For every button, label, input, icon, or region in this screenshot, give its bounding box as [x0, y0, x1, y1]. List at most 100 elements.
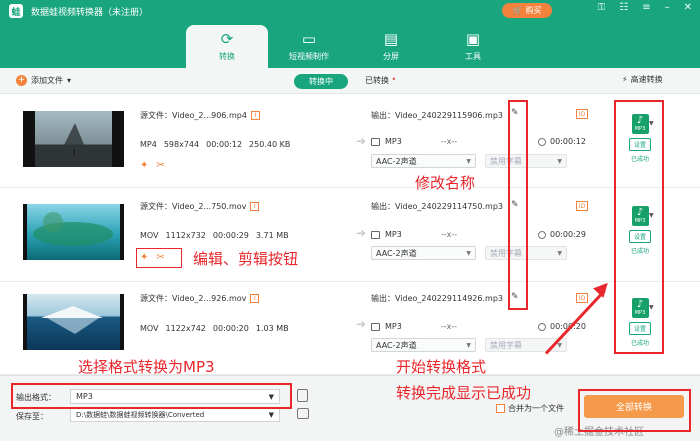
output-format: MP3 --x--	[371, 322, 457, 331]
source-duration: 00:00:12	[206, 140, 243, 149]
video-thumbnail[interactable]	[23, 294, 124, 350]
title-bar: 蛙 数据蛙视频转换器（未注册） 🛒 购买 ⚿ ☷ ≡ – ✕	[0, 0, 700, 22]
menu-icon[interactable]: ≡	[642, 2, 650, 13]
clock-icon	[538, 322, 546, 331]
convert-icon: ⟳	[220, 30, 234, 48]
info-icon[interactable]: i	[250, 202, 260, 211]
save-path-select[interactable]: D:\数据蛙\数据蛙视频转换器\Converted ▼	[70, 408, 280, 422]
lightning-icon: ⚡	[622, 75, 628, 84]
arrow-right-icon: ➜	[356, 134, 367, 148]
source-size: 1.03 MB	[255, 324, 289, 333]
source-meta: MOV 1112x732 00:00:29 3.71 MB	[140, 231, 289, 240]
audio-select[interactable]: AAC-2声道 ▼	[371, 246, 476, 260]
scissors-icon[interactable]: ✂	[156, 160, 164, 171]
output-format: MP3 --x--	[371, 137, 457, 146]
tab-converting[interactable]: 转换中	[294, 74, 348, 89]
output-file: 输出：Video_240229115906.mp3	[371, 111, 503, 120]
annotation-start: 开始转换格式	[396, 358, 487, 376]
edit-star-icon[interactable]: ✦	[140, 160, 148, 171]
tab-tools[interactable]: ▣ 工具	[432, 25, 514, 68]
audio-select[interactable]: AAC-2声道 ▼	[371, 154, 476, 168]
source-name: 源文件：Video_2...906.mp4	[140, 111, 247, 120]
source-size: 250.40 KB	[249, 140, 291, 149]
arrow-right-icon: ➜	[356, 226, 367, 240]
source-size: 3.71 MB	[255, 231, 289, 240]
output-duration: 00:00:29	[550, 230, 586, 239]
annotation-done: 转换完成显示已成功	[396, 384, 532, 402]
notify-dot-icon: •	[389, 75, 397, 84]
source-duration: 00:00:29	[212, 231, 249, 240]
minimize-icon[interactable]: –	[665, 2, 670, 13]
output-format-label: MP3	[385, 137, 402, 146]
tab-convert[interactable]: ⟳ 转换	[186, 25, 268, 68]
tab-converted[interactable]: 已转换 •	[365, 75, 396, 86]
add-file-label: 添加文件	[31, 76, 63, 85]
folder-icon[interactable]	[297, 408, 309, 419]
edit-buttons-highlight	[136, 248, 182, 268]
key-icon[interactable]: ⚿	[598, 2, 606, 13]
chat-icon[interactable]: ☷	[619, 2, 628, 13]
annotation-edit: 编辑、剪辑按钮	[193, 250, 299, 268]
tab-short-video[interactable]: ▭ 短视频制作	[268, 25, 350, 68]
info-icon[interactable]: i	[250, 294, 260, 303]
arrow-right-icon: ➜	[356, 317, 367, 331]
audio-select-value: AAC-2声道	[376, 340, 417, 350]
chevron-down-icon: ▼	[557, 249, 562, 257]
chevron-down-icon: ▼	[466, 249, 471, 257]
audio-select-value: AAC-2声道	[376, 156, 417, 166]
output-file: 输出：Video_240229114926.mp3	[371, 294, 503, 303]
source-resolution: 598x744	[163, 140, 200, 149]
tab-label: 分屏	[383, 52, 399, 61]
tv-icon: ▭	[301, 30, 317, 48]
add-file-button[interactable]: + 添加文件 ▾	[16, 75, 71, 86]
source-resolution: 1122x742	[165, 324, 206, 333]
chevron-down-icon: ▾	[67, 76, 72, 85]
tab-label: 转换	[219, 52, 235, 61]
output-badge-icon[interactable]: ID	[576, 293, 588, 303]
save-to-label: 保存至：	[16, 412, 48, 421]
buy-label: 购买	[525, 6, 542, 15]
output-format-label: MP3	[385, 230, 402, 239]
rename-highlight	[508, 100, 528, 310]
output-badge-icon[interactable]: ID	[576, 201, 588, 211]
tab-label: 工具	[465, 52, 481, 61]
edit-tools: ✦ ✂	[140, 160, 165, 171]
fast-convert-label: 高速转换	[630, 75, 663, 84]
output-file: 输出：Video_240229114750.mp3	[371, 202, 503, 211]
chevron-down-icon: ▼	[268, 411, 274, 419]
cart-icon: 🛒	[512, 6, 523, 15]
close-icon[interactable]: ✕	[684, 2, 692, 13]
fast-convert-button[interactable]: ⚡ 高速转换	[622, 74, 663, 85]
info-icon[interactable]: i	[250, 111, 260, 120]
chevron-down-icon: ▼	[466, 341, 471, 349]
split-icon: ▤	[383, 30, 399, 48]
merge-label: 合并为一个文件	[508, 404, 564, 413]
main-nav: ⟳ 转换 ▭ 短视频制作 ▤ 分屏 ▣ 工具	[0, 22, 700, 68]
output-badge-icon[interactable]: ID	[576, 109, 588, 119]
output-format-label: MP3	[385, 322, 402, 331]
annotation-rename: 修改名称	[415, 174, 476, 192]
checkbox-icon[interactable]	[496, 404, 505, 413]
toolbox-icon: ▣	[465, 30, 481, 48]
merge-checkbox[interactable]: 合并为一个文件	[496, 403, 564, 414]
output-duration: 00:00:12	[550, 137, 586, 146]
chevron-down-icon: ▼	[466, 157, 471, 165]
output-resolution: --x--	[440, 230, 458, 239]
window-controls: ⚿ ☷ ≡ – ✕	[598, 2, 692, 13]
tab-split[interactable]: ▤ 分屏	[350, 25, 432, 68]
source-meta: MOV 1122x742 00:00:20 1.03 MB	[140, 324, 289, 333]
clock-icon	[538, 230, 546, 239]
plus-icon: +	[16, 75, 27, 86]
tab-label: 短视频制作	[289, 52, 329, 61]
video-thumbnail[interactable]	[23, 111, 124, 167]
output-resolution: --x--	[440, 322, 458, 331]
audio-select[interactable]: AAC-2声道 ▼	[371, 338, 476, 352]
chevron-down-icon: ▼	[557, 157, 562, 165]
buy-button[interactable]: 🛒 购买	[502, 3, 552, 18]
output-duration-wrap: 00:00:12	[538, 137, 586, 146]
clock-icon	[538, 137, 546, 146]
format-settings-icon[interactable]	[297, 389, 308, 402]
source-meta: MP4 598x744 00:00:12 250.40 KB	[140, 140, 290, 149]
file-row: 源文件：Video_2...906.mp4 i MP4 598x744 00:00…	[0, 94, 700, 188]
video-thumbnail[interactable]	[23, 204, 124, 260]
